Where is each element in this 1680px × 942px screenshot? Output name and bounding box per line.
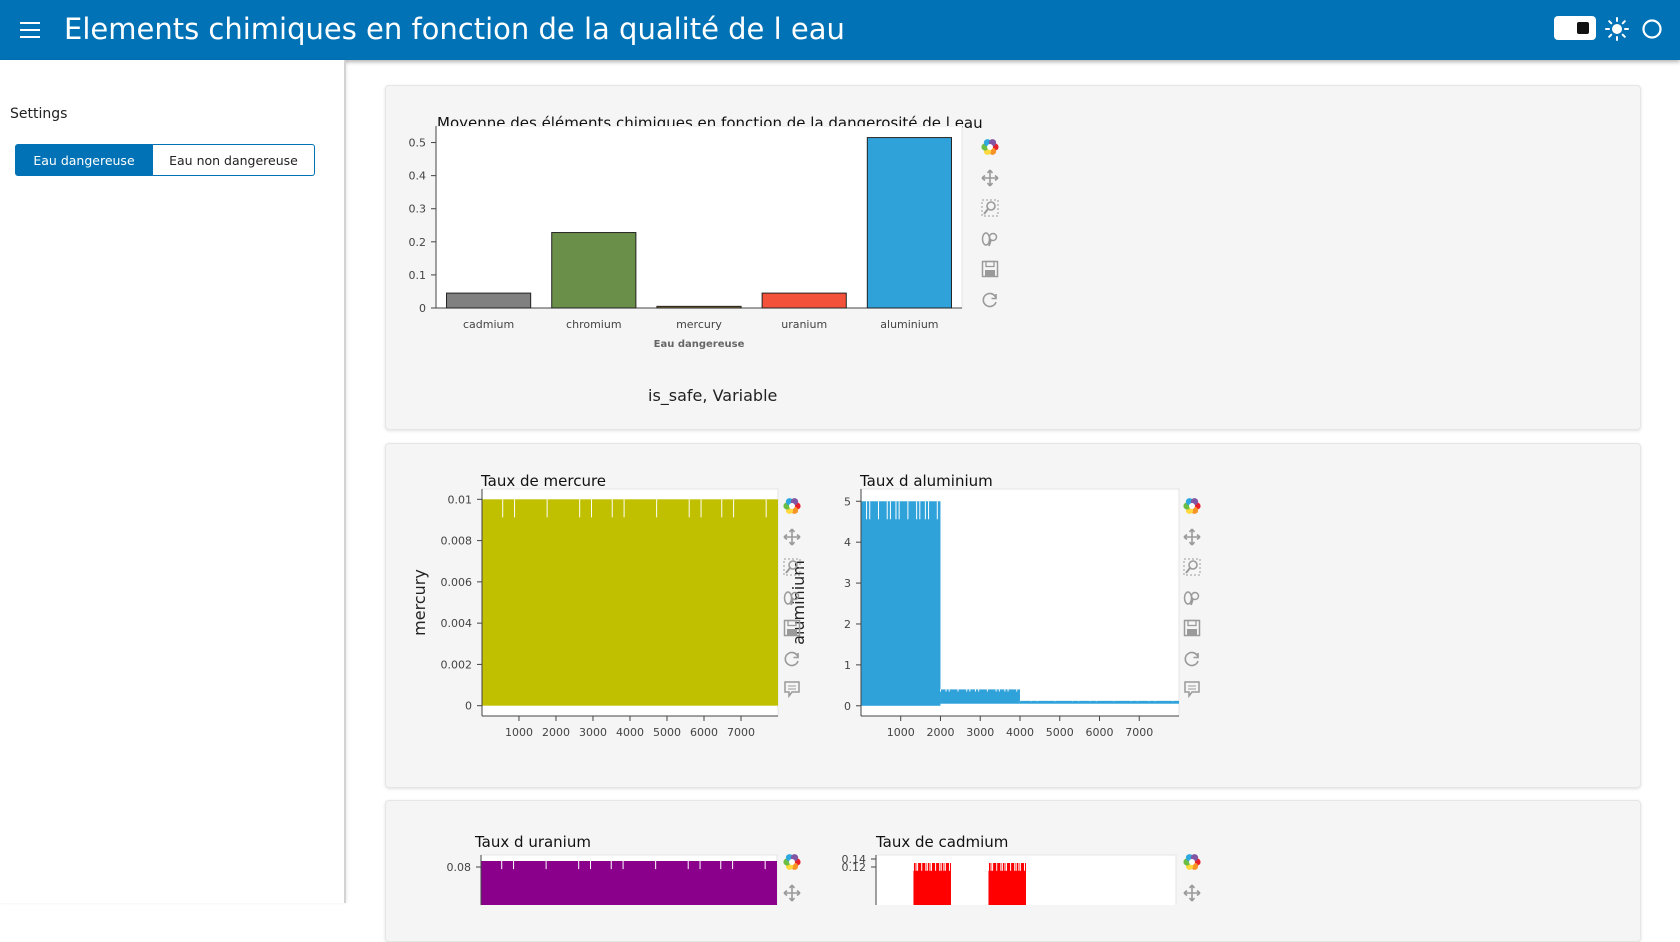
x-tick-label: 5000 [1046,726,1074,739]
app-header: Elements chimiques en fonction de la qua… [0,0,1680,60]
bokeh-logo-icon[interactable] [783,853,801,871]
bokeh-logo-icon[interactable] [1183,853,1201,871]
y-tick-label: 0.5 [409,137,427,150]
reset-icon[interactable] [981,291,999,309]
x-tick-label: 4000 [616,726,644,739]
y-tick-label: 5 [844,495,851,508]
series-band-0 [482,499,778,706]
wheel-zoom-icon[interactable] [981,230,999,248]
hover-icon[interactable] [783,680,801,698]
x-tick-label: 6000 [1085,726,1113,739]
pan-icon[interactable] [1183,883,1201,902]
y-tick-label: 3 [844,577,851,590]
theme-toggle[interactable] [1554,16,1596,40]
pan-icon[interactable] [1183,527,1201,546]
x-tick-label: 3000 [579,726,607,739]
x-tick-label: 6000 [690,726,718,739]
x-tick-label: 5000 [653,726,681,739]
pan-icon[interactable] [981,168,999,187]
series-band-2 [1019,700,1179,704]
y-tick-label: 0.002 [441,658,473,671]
x-tick-label: 4000 [1006,726,1034,739]
bar-aluminium [866,137,952,309]
x-tick-label: cadmium [463,318,514,331]
box-zoom-icon[interactable] [981,199,999,217]
box-zoom-icon[interactable] [1183,558,1201,576]
eau-non-dangereuse-button[interactable]: Eau non dangereuse [153,144,315,176]
box-zoom-icon[interactable] [783,558,801,576]
pan-icon[interactable] [783,527,801,546]
y-tick-label: 0 [419,302,426,315]
x-tick-label: 3000 [966,726,994,739]
uranium-cadmium-card: Taux d uranium 0.08 Taux de cadmium 0.12… [385,800,1641,942]
y-tick-label: 0 [844,700,851,713]
bar-cadmium [446,292,532,309]
hover-icon[interactable] [1183,680,1201,698]
wheel-zoom-icon[interactable] [1183,589,1201,607]
x-axis-label: Eau dangereuse [654,339,745,350]
aluminium-chart[interactable]: 0123451000 2000 3000 4000 5000 6000 7000alumin… [766,484,1186,754]
y-tick-label: 0.3 [409,203,427,216]
cadmium-chart[interactable]: 0.120.14 [786,845,1186,905]
y-tick-label: 0.14 [842,853,867,866]
y-tick-label: 0 [465,700,472,713]
y-tick-label: 1 [844,659,851,672]
reset-icon[interactable] [1183,650,1201,668]
bar-chromium [551,232,637,309]
app-title: Elements chimiques en fonction de la qua… [64,12,845,46]
series-band-0 [861,501,941,706]
sidebar: Settings Eau dangereuse Eau non dangereu… [0,60,346,903]
x-tick-label: chromium [566,318,622,331]
mercury-aluminium-card: Taux de mercure 0 0.002 0.004 0.006 0.008 0.0… [385,443,1641,788]
water-quality-toggle: Eau dangereuse Eau non dangereuse [15,144,315,176]
bokeh-logo-icon[interactable] [783,497,801,515]
bokeh-logo-icon[interactable] [1183,497,1201,515]
bokeh-logo-icon[interactable] [981,138,999,156]
x-tick-label: 7000 [727,726,755,739]
y-tick-label: 2 [844,618,851,631]
pan-icon[interactable] [783,883,801,902]
x-tick-label: mercury [676,318,722,331]
mercury-chart[interactable]: 0 0.002 0.004 0.006 0.008 0.01 1000 2000 3000 400… [386,484,786,754]
x-tick-label: uranium [781,318,827,331]
y-tick-label: 0.006 [441,576,473,589]
y-tick-label: 4 [844,536,851,549]
circle-icon[interactable] [1641,18,1663,40]
x-tick-label: 2000 [926,726,954,739]
y-tick-label: 0.01 [448,493,473,506]
reset-icon[interactable] [783,650,801,668]
y-tick-label: 0.08 [447,861,472,874]
uranium-chart[interactable]: 0.08 [386,845,786,905]
y-tick-label: 0.1 [409,269,427,282]
y-tick-label: 0.004 [441,617,473,630]
save-icon[interactable] [783,619,801,637]
save-icon[interactable] [1183,619,1201,637]
x-tick-label: 1000 [887,726,915,739]
bar-uranium [761,292,847,309]
y-axis-label: mercury [410,569,429,636]
x-tick-label: 1000 [505,726,533,739]
x-tick-label: 7000 [1125,726,1153,739]
sun-icon[interactable] [1604,16,1630,42]
bar-chart-card: Moyenne des éléments chimiques en foncti… [385,85,1641,430]
bar-mercury [656,305,742,309]
y-tick-label: 0.4 [409,170,427,183]
settings-title: Settings [10,106,68,122]
bar-chart[interactable]: 0 0.1 0.2 0.3 0.4 0.5 cadmium chromium mercury ur… [386,126,1006,366]
x-tick-label: 2000 [542,726,570,739]
y-tick-label: 0.2 [409,236,427,249]
eau-dangereuse-button[interactable]: Eau dangereuse [15,144,153,176]
save-icon[interactable] [981,260,999,278]
y-tick-label: 0.008 [441,535,473,548]
bar-chart-caption: is_safe, Variable [648,386,778,405]
menu-icon[interactable] [18,18,42,42]
wheel-zoom-icon[interactable] [783,589,801,607]
x-tick-label: aluminium [880,318,938,331]
